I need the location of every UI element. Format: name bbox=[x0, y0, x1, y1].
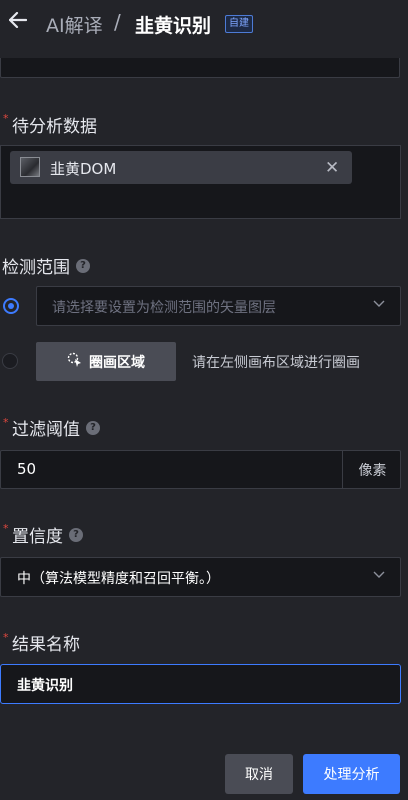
help-icon[interactable]: ? bbox=[69, 527, 83, 542]
threshold-label: 过滤阈值 bbox=[12, 420, 80, 440]
result-name-input[interactable]: 韭黄识别 bbox=[0, 664, 401, 704]
breadcrumb-parent[interactable]: AI解译 bbox=[46, 11, 103, 38]
draw-hint: 请在左侧画布区域进行圈画 bbox=[192, 355, 360, 371]
required-mark: * bbox=[3, 631, 9, 644]
arrow-left-icon[interactable] bbox=[8, 10, 28, 30]
radio-layer-option[interactable] bbox=[3, 298, 19, 314]
layer-select[interactable]: 请选择要设置为检测范围的矢量图层 bbox=[36, 286, 401, 326]
threshold-value: 50 bbox=[17, 460, 37, 478]
help-icon[interactable]: ? bbox=[76, 258, 90, 273]
raster-thumbnail-icon bbox=[20, 157, 40, 177]
threshold-label-row: 过滤阈值 ? bbox=[12, 415, 100, 440]
radio-draw-option[interactable] bbox=[2, 353, 18, 369]
confidence-label-row: 置信度 ? bbox=[12, 522, 83, 547]
detect-range-label: 检测范围 bbox=[2, 258, 70, 278]
chevron-down-icon bbox=[372, 567, 386, 585]
scrolled-field[interactable] bbox=[0, 58, 400, 78]
breadcrumb-separator: / bbox=[114, 10, 121, 34]
draw-area-button-label: 圈画区域 bbox=[89, 354, 145, 371]
confidence-selected-value: 中（算法模型精度和召回平衡。） bbox=[17, 571, 220, 587]
detect-range-label-row: 检测范围 ? bbox=[2, 253, 90, 278]
header: AI解译 / 韭黄识别 自建 bbox=[0, 0, 408, 46]
confidence-label: 置信度 bbox=[12, 527, 63, 547]
close-icon[interactable]: ✕ bbox=[325, 158, 339, 178]
chevron-down-icon bbox=[372, 296, 386, 314]
process-analysis-button[interactable]: 处理分析 bbox=[303, 754, 400, 794]
required-mark: * bbox=[3, 522, 9, 535]
threshold-unit: 像素 bbox=[342, 451, 402, 488]
help-icon[interactable]: ? bbox=[86, 420, 100, 435]
cancel-button[interactable]: 取消 bbox=[225, 754, 293, 794]
result-name-value: 韭黄识别 bbox=[17, 678, 73, 694]
result-name-label: 结果名称 bbox=[12, 635, 80, 655]
custom-badge: 自建 bbox=[225, 15, 253, 33]
confidence-select[interactable]: 中（算法模型精度和召回平衡。） bbox=[0, 557, 401, 597]
page-title: 韭黄识别 bbox=[135, 15, 212, 37]
required-mark: * bbox=[3, 416, 9, 429]
threshold-input[interactable]: 50 bbox=[0, 450, 401, 489]
data-chip-label: 韭黄DOM bbox=[50, 160, 117, 178]
draw-area-button[interactable]: 圈画区域 bbox=[36, 342, 176, 381]
layer-select-placeholder: 请选择要设置为检测范围的矢量图层 bbox=[52, 300, 276, 316]
data-label: 待分析数据 bbox=[12, 117, 97, 137]
required-mark: * bbox=[3, 112, 9, 125]
cursor-draw-icon bbox=[67, 352, 83, 372]
